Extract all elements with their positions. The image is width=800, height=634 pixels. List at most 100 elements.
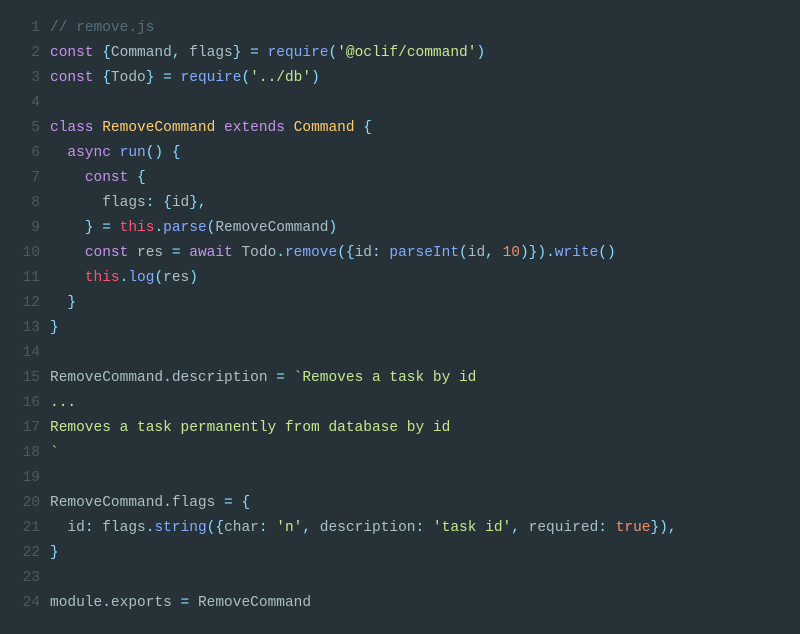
code-content[interactable]: RemoveCommand.flags = { (50, 491, 790, 516)
code-line[interactable]: 22} (10, 541, 790, 566)
code-line[interactable]: 10 const res = await Todo.remove({id: pa… (10, 241, 790, 266)
token: parseInt (389, 245, 459, 261)
token: '../db' (250, 70, 311, 86)
token: , (511, 520, 520, 536)
code-line[interactable]: 18` (10, 441, 790, 466)
token: = (102, 220, 111, 236)
code-content[interactable]: module.exports = RemoveCommand (50, 591, 790, 616)
token: RemoveCommand (189, 595, 311, 611)
token: ... (50, 395, 76, 411)
token (128, 170, 137, 186)
code-content[interactable]: class RemoveCommand extends Command { (50, 116, 790, 141)
code-content[interactable]: flags: {id}, (50, 191, 790, 216)
code-content[interactable]: // remove.js (50, 16, 790, 41)
line-number: 13 (10, 316, 50, 341)
token: () (598, 245, 615, 261)
code-content[interactable]: } = this.parse(RemoveCommand) (50, 216, 790, 241)
code-line[interactable]: 15RemoveCommand.description = `Removes a… (10, 366, 790, 391)
token: = (250, 45, 259, 61)
token (607, 520, 616, 536)
token (355, 120, 364, 136)
code-line[interactable]: 5class RemoveCommand extends Command { (10, 116, 790, 141)
line-number: 23 (10, 566, 50, 591)
token: . (154, 220, 163, 236)
code-content[interactable]: id: flags.string({char: 'n', description… (50, 516, 790, 541)
code-line[interactable]: 19 (10, 466, 790, 491)
code-line[interactable]: 21 id: flags.string({char: 'n', descript… (10, 516, 790, 541)
code-content[interactable]: async run() { (50, 141, 790, 166)
line-number: 18 (10, 441, 50, 466)
code-content[interactable]: } (50, 316, 790, 341)
code-line[interactable]: 7 const { (10, 166, 790, 191)
token: RemoveCommand (50, 495, 163, 511)
token: () (146, 145, 163, 161)
token: id (172, 195, 189, 211)
token: '@oclif/command' (337, 45, 476, 61)
token: Todo (111, 70, 146, 86)
token: { (172, 145, 181, 161)
code-line[interactable]: 1// remove.js (10, 16, 790, 41)
token: Command (294, 120, 355, 136)
code-content[interactable]: RemoveCommand.description = `Removes a t… (50, 366, 790, 391)
token: const (85, 170, 129, 186)
code-content[interactable]: ` (50, 441, 790, 466)
code-content[interactable]: const {Command, flags} = require('@oclif… (50, 41, 790, 66)
token: . (163, 370, 172, 386)
code-content[interactable] (50, 466, 790, 491)
token: : (85, 520, 94, 536)
code-content[interactable] (50, 341, 790, 366)
token: id (50, 520, 85, 536)
token: this (85, 270, 120, 286)
token (268, 520, 277, 536)
token: : (372, 245, 381, 261)
token (163, 145, 172, 161)
code-line[interactable]: 13} (10, 316, 790, 341)
code-line[interactable]: 24module.exports = RemoveCommand (10, 591, 790, 616)
token: ( (154, 270, 163, 286)
code-line[interactable]: 3const {Todo} = require('../db') (10, 66, 790, 91)
code-line[interactable]: 12 } (10, 291, 790, 316)
code-line[interactable]: 6 async run() { (10, 141, 790, 166)
token: = (276, 370, 285, 386)
token (241, 45, 250, 61)
token: RemoveCommand (102, 120, 215, 136)
token (154, 195, 163, 211)
code-line[interactable]: 14 (10, 341, 790, 366)
line-number: 2 (10, 41, 50, 66)
token (259, 45, 268, 61)
code-content[interactable]: ... (50, 391, 790, 416)
code-line[interactable]: 16... (10, 391, 790, 416)
token: `Removes a task by id (294, 370, 477, 386)
token (94, 220, 103, 236)
code-line[interactable]: 8 flags: {id}, (10, 191, 790, 216)
code-content[interactable] (50, 91, 790, 116)
token: { (363, 120, 372, 136)
code-line[interactable]: 20RemoveCommand.flags = { (10, 491, 790, 516)
token: } (85, 220, 94, 236)
token: , (302, 520, 311, 536)
token (50, 170, 85, 186)
token (285, 370, 294, 386)
token (94, 45, 103, 61)
code-line[interactable]: 11 this.log(res) (10, 266, 790, 291)
code-editor[interactable]: 1// remove.js2const {Command, flags} = r… (10, 16, 790, 616)
code-content[interactable]: Removes a task permanently from database… (50, 416, 790, 441)
code-content[interactable]: const {Todo} = require('../db') (50, 66, 790, 91)
code-content[interactable]: } (50, 291, 790, 316)
code-content[interactable]: this.log(res) (50, 266, 790, 291)
code-content[interactable] (50, 566, 790, 591)
code-line[interactable]: 9 } = this.parse(RemoveCommand) (10, 216, 790, 241)
token (111, 145, 120, 161)
code-line[interactable]: 4 (10, 91, 790, 116)
code-line[interactable]: 17Removes a task permanently from databa… (10, 416, 790, 441)
code-line[interactable]: 23 (10, 566, 790, 591)
code-line[interactable]: 2const {Command, flags} = require('@ocli… (10, 41, 790, 66)
code-content[interactable]: const { (50, 166, 790, 191)
token: res (163, 270, 189, 286)
token: = (224, 495, 233, 511)
code-content[interactable]: } (50, 541, 790, 566)
token: = (163, 70, 172, 86)
token: await (189, 245, 233, 261)
code-content[interactable]: const res = await Todo.remove({id: parse… (50, 241, 790, 266)
token: ({ (207, 520, 224, 536)
